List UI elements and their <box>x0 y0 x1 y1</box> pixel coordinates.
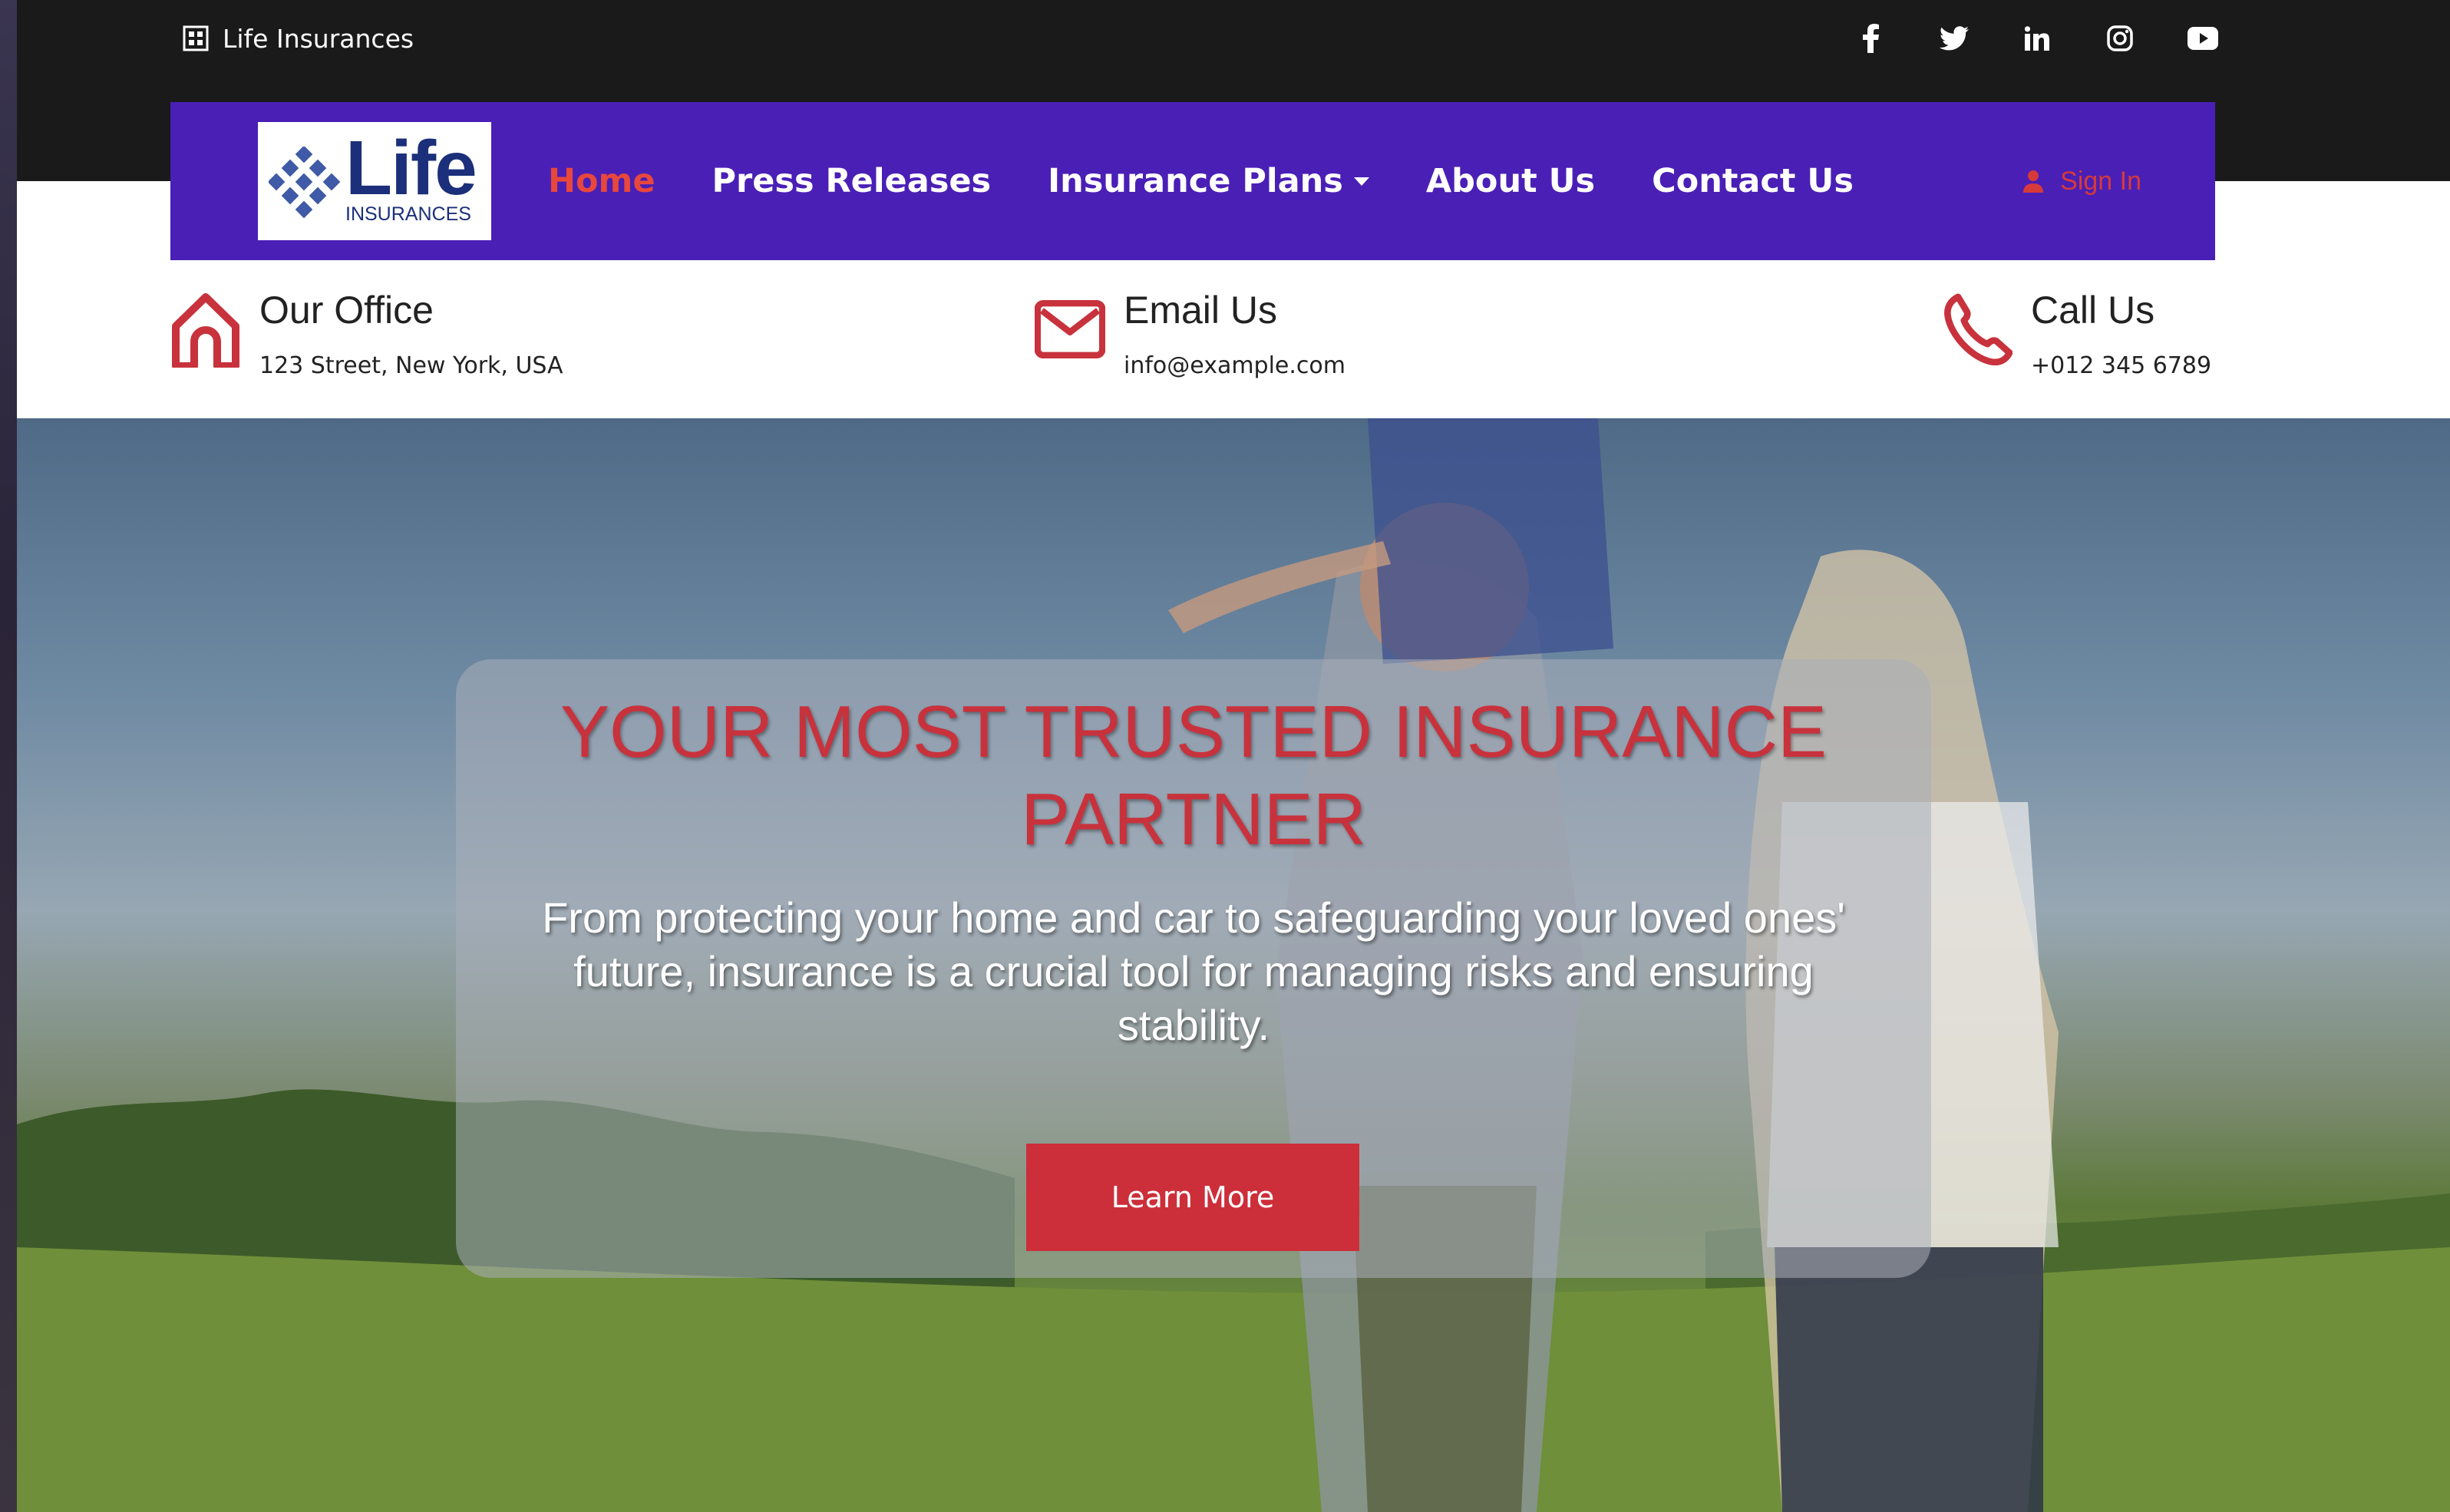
window-edge <box>0 0 17 1512</box>
logo-diamonds-icon <box>269 147 341 219</box>
nav-home[interactable]: Home <box>548 162 655 200</box>
linkedin-icon[interactable] <box>2019 20 2055 57</box>
site-logo[interactable]: Life INSURANCES <box>258 122 491 240</box>
logo-word: Life <box>345 125 477 211</box>
nav-about-us[interactable]: About Us <box>1426 162 1595 200</box>
youtube-icon[interactable] <box>2184 20 2221 57</box>
nav-links: Home Press Releases Insurance Plans Abou… <box>548 102 1854 260</box>
office-info: Our Office 123 Street, New York, USA <box>170 291 563 379</box>
home-icon <box>170 291 241 368</box>
social-links <box>1853 18 2221 58</box>
logo-subtitle: INSURANCES <box>345 203 471 225</box>
nav-insurance-plans[interactable]: Insurance Plans <box>1048 162 1369 200</box>
phone-info: Call Us +012 345 6789 <box>1942 291 2211 379</box>
nav-insurance-plans-label: Insurance Plans <box>1048 162 1343 200</box>
instagram-icon[interactable] <box>2102 20 2138 57</box>
page: Life Insurances Life INSURANCES Home Pre… <box>17 0 2450 1512</box>
twitter-icon[interactable] <box>1936 20 1973 57</box>
office-address: 123 Street, New York, USA <box>259 352 563 379</box>
office-title: Our Office <box>259 289 434 332</box>
chevron-down-icon <box>1353 177 1369 186</box>
phone-title: Call Us <box>2031 289 2155 332</box>
hero-title: YOUR MOST TRUSTED INSURANCE PARTNER <box>560 691 1827 860</box>
envelope-icon <box>1035 291 1105 368</box>
sign-in-link[interactable]: Sign In <box>2023 102 2141 260</box>
phone-icon <box>1942 291 2013 368</box>
email-info: Email Us info@example.com <box>1035 291 1346 379</box>
sign-in-label: Sign In <box>2060 166 2141 196</box>
main-navbar: Life INSURANCES Home Press Releases Insu… <box>170 102 2215 260</box>
hero-subtitle: From protecting your home and car to saf… <box>542 893 1845 1049</box>
contact-strip: Our Office 123 Street, New York, USA Ema… <box>17 260 2450 418</box>
email-title: Email Us <box>1124 289 1278 332</box>
user-icon <box>2023 170 2044 193</box>
top-brand-text: Life Insurances <box>223 23 414 54</box>
learn-more-button[interactable]: Learn More <box>1026 1144 1359 1251</box>
grid-icon <box>183 25 209 51</box>
nav-contact-us[interactable]: Contact Us <box>1652 162 1854 200</box>
top-brand[interactable]: Life Insurances <box>183 21 414 55</box>
facebook-icon[interactable] <box>1853 20 1890 57</box>
email-address[interactable]: info@example.com <box>1124 352 1346 379</box>
nav-press-releases[interactable]: Press Releases <box>712 162 992 200</box>
hero-section: YOUR MOST TRUSTED INSURANCE PARTNER From… <box>17 418 2450 1512</box>
phone-number[interactable]: +012 345 6789 <box>2031 352 2211 379</box>
